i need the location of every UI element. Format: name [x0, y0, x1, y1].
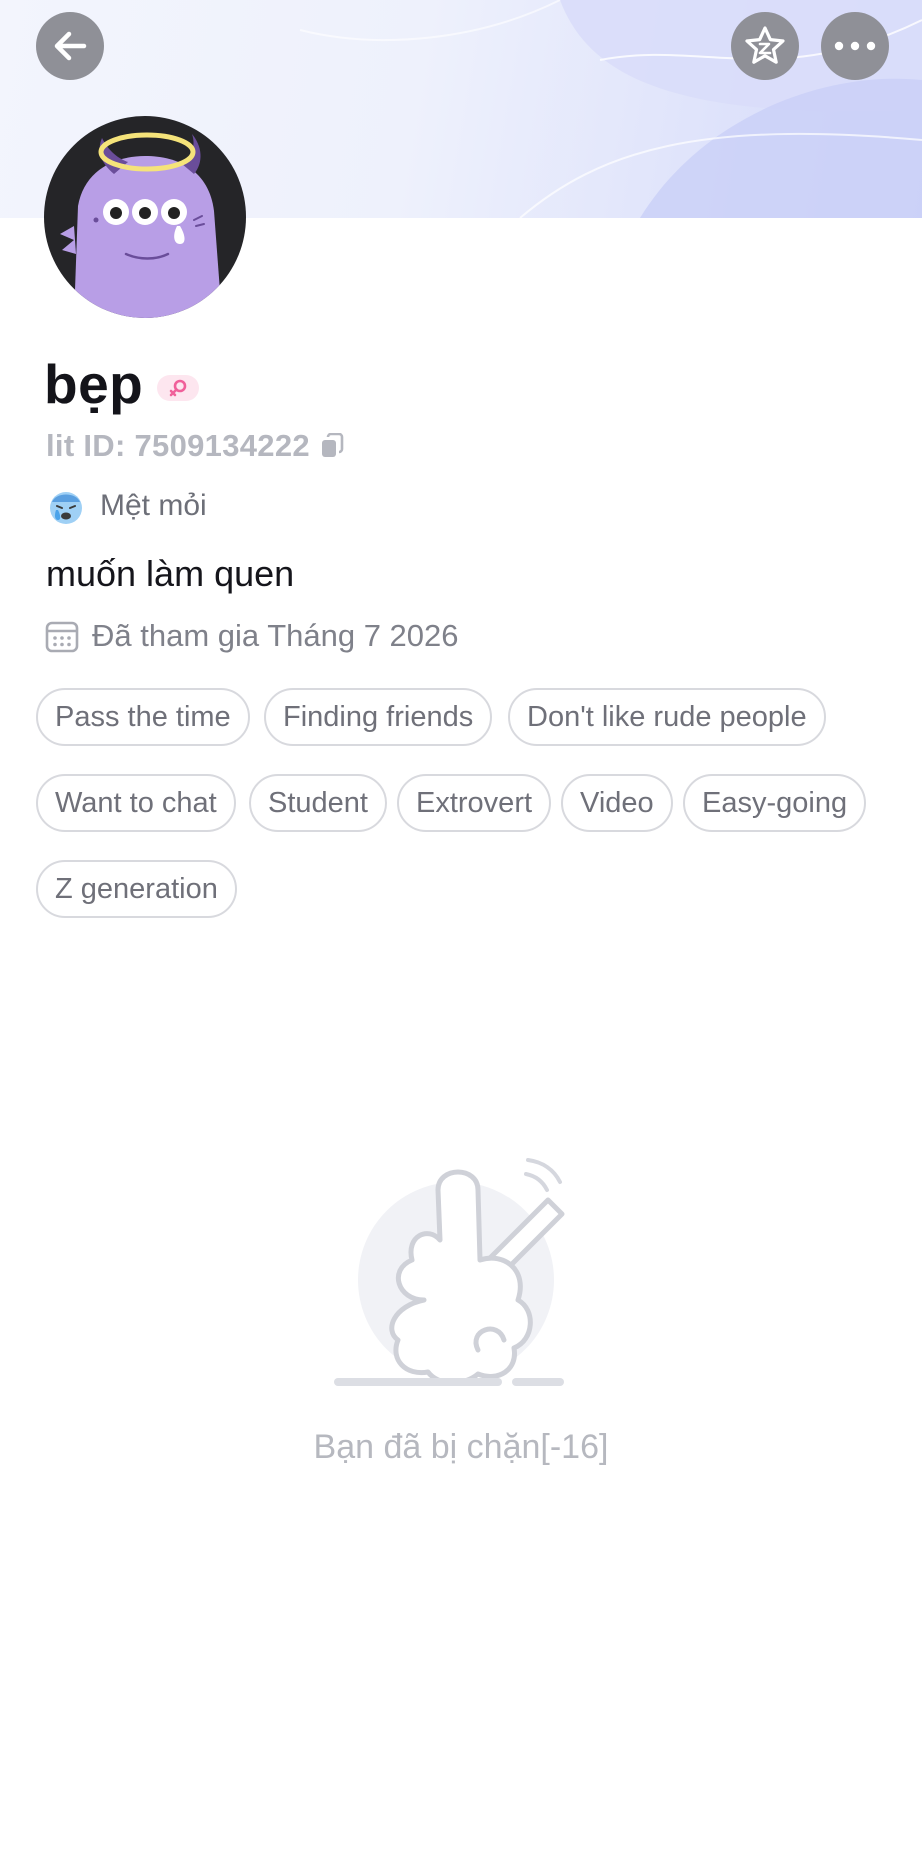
interest-tag[interactable]: Z generation [36, 860, 237, 918]
star-icon [743, 24, 787, 68]
more-options-button[interactable] [821, 12, 889, 80]
interest-tag[interactable]: Finding friends [264, 688, 493, 746]
interest-tag[interactable]: Pass the time [36, 688, 250, 746]
blocked-message: Bạn đã bị chặn[-16] [313, 1428, 609, 1466]
interest-tag[interactable]: Extrovert [397, 774, 552, 832]
join-date-text: Đã tham gia Tháng 7 2026 [92, 618, 459, 653]
lit-id-row[interactable]: lit ID: 7509134222 [46, 428, 344, 464]
blocked-illustration [328, 1140, 588, 1405]
arrow-left-icon [50, 26, 90, 66]
more-horizontal-icon [833, 40, 877, 52]
bio-text: muốn làm quen [46, 553, 295, 594]
mood-text: Mệt mỏi [100, 489, 207, 522]
back-button[interactable] [36, 12, 104, 80]
interest-tag[interactable]: Don't like rude people [508, 688, 826, 746]
avatar[interactable] [44, 116, 246, 318]
female-symbol-icon [167, 377, 189, 399]
gender-badge [157, 375, 200, 401]
interest-tag[interactable]: Student [249, 774, 387, 832]
interest-tag[interactable]: Video [561, 774, 673, 832]
favorite-button[interactable] [731, 12, 799, 80]
interest-tag[interactable]: Easy-going [683, 774, 867, 832]
monster-avatar-image [60, 132, 222, 318]
username-row: bẹp [44, 350, 200, 418]
lit-id: lit ID: 7509134222 [46, 428, 310, 463]
calendar-icon [44, 618, 80, 654]
interest-tag[interactable]: Want to chat [36, 774, 236, 832]
tired-face-icon [46, 486, 86, 526]
mood-status[interactable]: Mệt mỏi [46, 486, 207, 526]
join-date-row: Đã tham gia Tháng 7 2026 [44, 618, 459, 654]
username: bẹp [44, 353, 144, 415]
copy-icon[interactable] [320, 433, 344, 459]
